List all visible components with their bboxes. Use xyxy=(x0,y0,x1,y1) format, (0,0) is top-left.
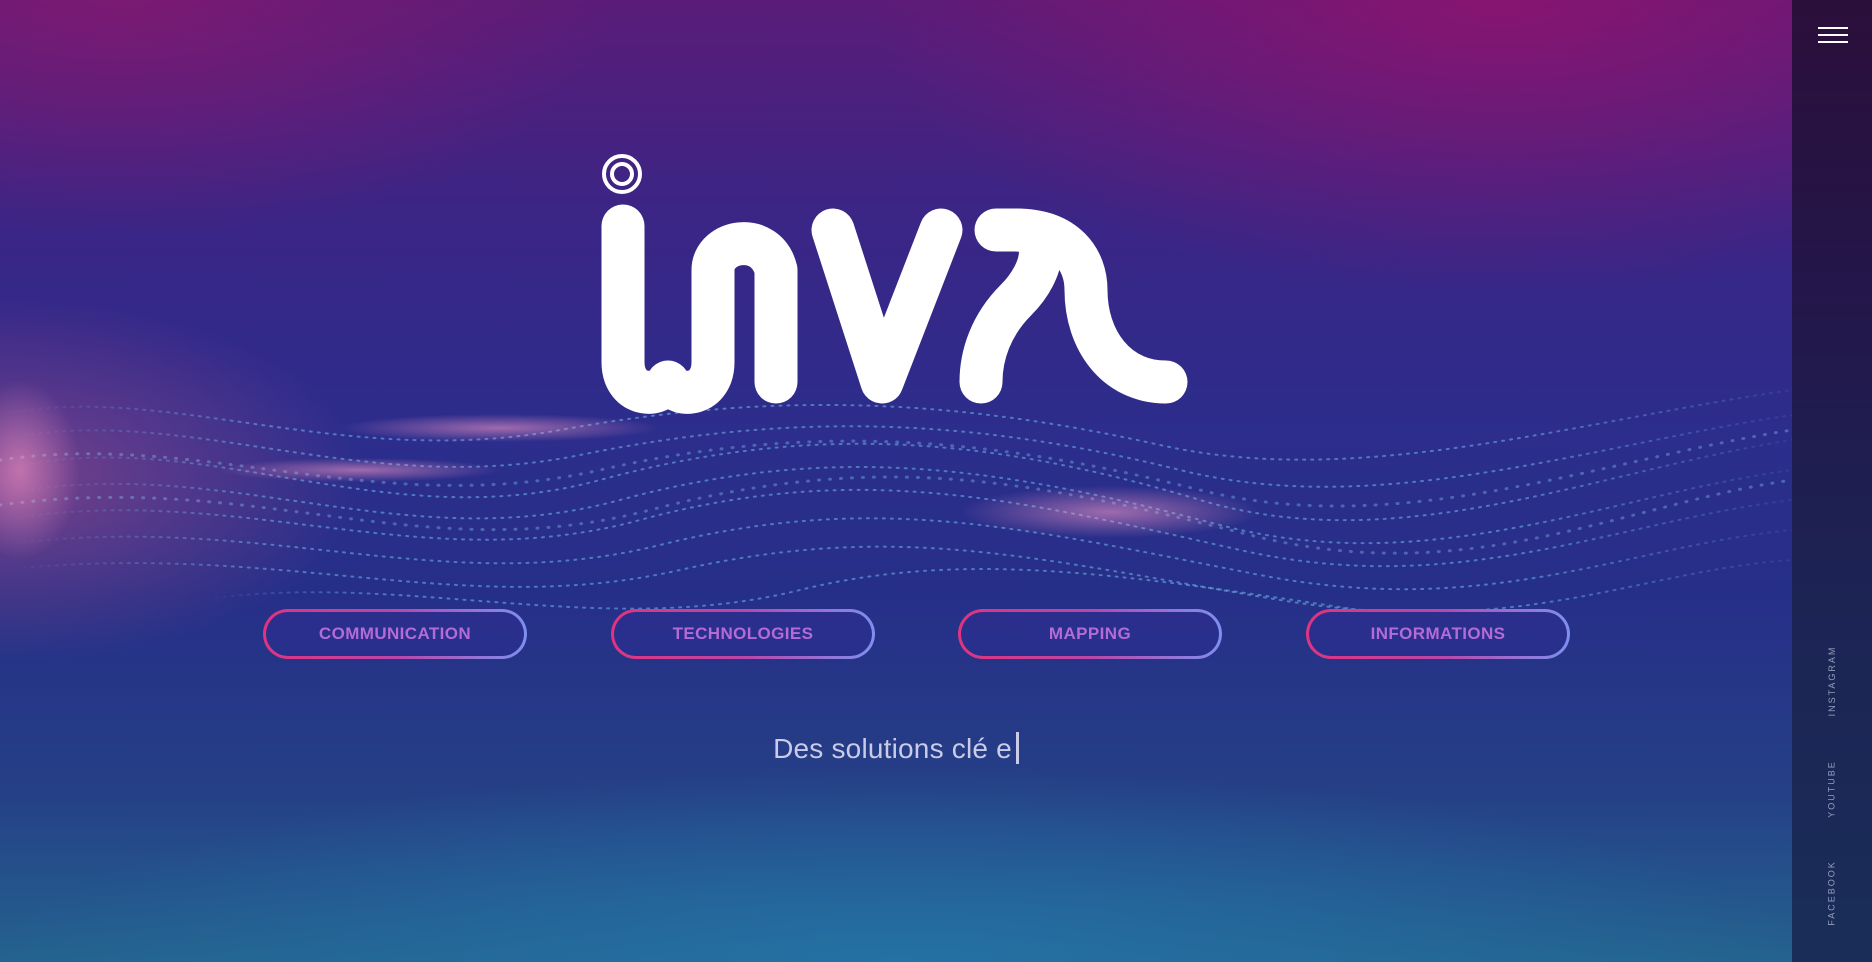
informations-button[interactable]: INFORMATIONS xyxy=(1306,609,1570,659)
informations-button-label: INFORMATIONS xyxy=(1309,612,1567,656)
technologies-button[interactable]: TECHNOLOGIES xyxy=(611,609,875,659)
inva-logo xyxy=(601,154,1188,414)
youtube-link[interactable]: YOUTUBE xyxy=(1827,760,1837,818)
typing-tagline: Des solutions clé e xyxy=(0,732,1792,765)
instagram-link[interactable]: INSTAGRAM xyxy=(1827,646,1837,717)
right-sidebar: INSTAGRAM YOUTUBE FACEBOOK xyxy=(1792,0,1872,962)
facebook-link[interactable]: FACEBOOK xyxy=(1827,860,1837,926)
technologies-button-label: TECHNOLOGIES xyxy=(614,612,872,656)
page: COMMUNICATION TECHNOLOGIES MAPPING INFOR… xyxy=(0,0,1872,962)
text-cursor xyxy=(1015,732,1019,764)
particle-wave-decoration xyxy=(0,380,1792,631)
mapping-button-label: MAPPING xyxy=(961,612,1219,656)
tagline-text: Des solutions clé e xyxy=(773,733,1012,764)
communication-button[interactable]: COMMUNICATION xyxy=(263,609,527,659)
communication-button-label: COMMUNICATION xyxy=(266,612,524,656)
mapping-button[interactable]: MAPPING xyxy=(958,609,1222,659)
hamburger-menu-icon[interactable] xyxy=(1818,26,1848,46)
